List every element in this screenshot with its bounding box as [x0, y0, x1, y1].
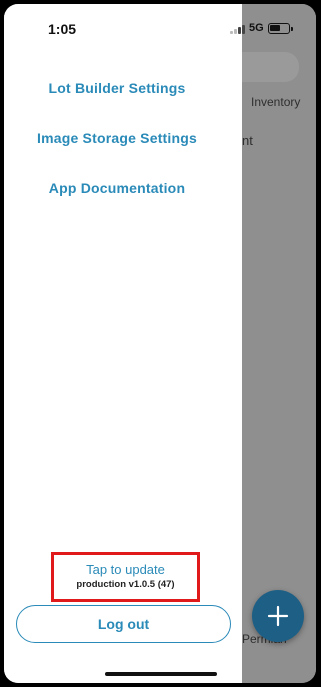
phone-screen: Inventory nt Permian 1:05 5G Lot Builder… — [4, 4, 316, 683]
battery-icon — [268, 23, 293, 34]
add-fab-button[interactable] — [252, 590, 304, 642]
signal-bars-icon — [230, 25, 245, 34]
tap-to-update-link[interactable]: Tap to update — [54, 562, 197, 577]
home-indicator[interactable] — [105, 672, 217, 676]
side-drawer: 1:05 5G Lot Builder Settings Image Stora… — [4, 4, 293, 683]
plus-icon — [267, 605, 289, 627]
background-tab-inventory: Inventory — [251, 95, 301, 109]
status-bar: 1:05 5G — [4, 4, 316, 48]
menu-item-image-storage-settings[interactable]: Image Storage Settings — [4, 130, 230, 146]
menu-item-app-documentation[interactable]: App Documentation — [4, 180, 230, 196]
menu-item-lot-builder-settings[interactable]: Lot Builder Settings — [4, 80, 230, 96]
background-partial-text: nt — [242, 133, 253, 148]
status-time: 1:05 — [48, 21, 77, 37]
version-label: production v1.0.5 (47) — [76, 579, 175, 590]
logout-button[interactable]: Log out — [16, 605, 231, 643]
network-label: 5G — [249, 22, 264, 34]
update-highlight-box: Tap to update production v1.0.5 (47) — [51, 552, 200, 602]
